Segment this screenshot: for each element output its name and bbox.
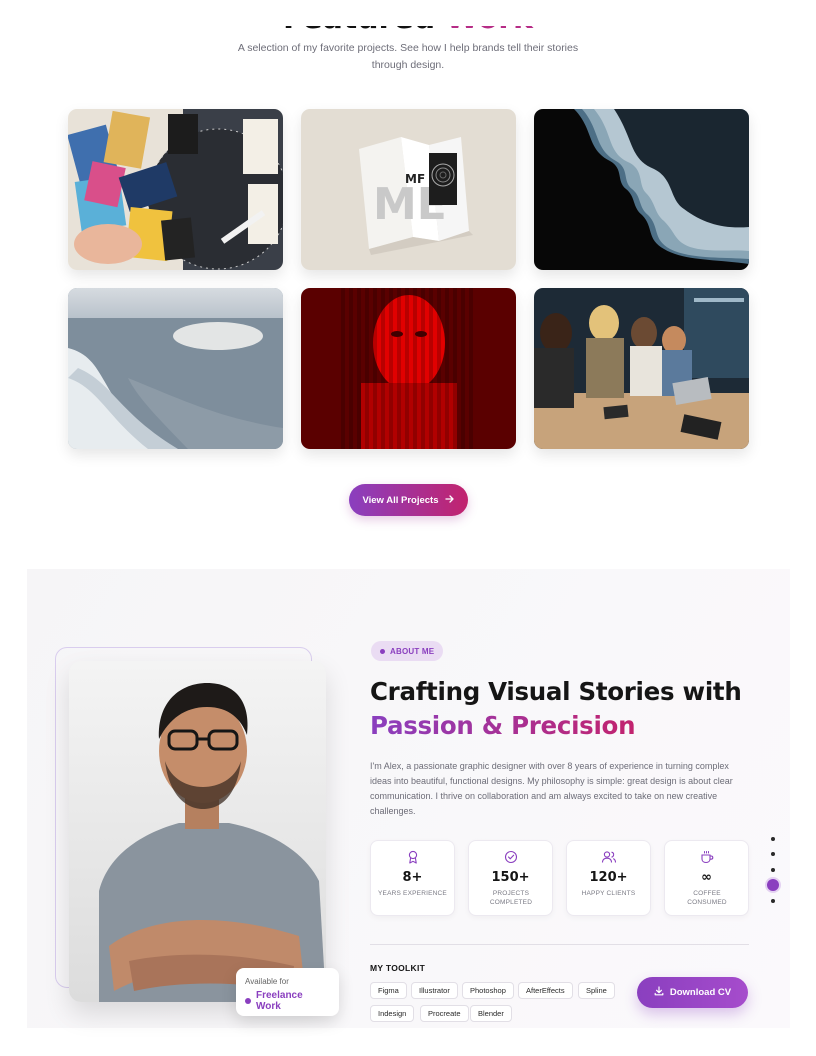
section-nav-dots: [767, 833, 779, 908]
toolkit-title: MY TOOLKIT: [370, 963, 426, 973]
red-glass-portrait-project[interactable]: [301, 288, 516, 449]
about-badge-label: ABOUT ME: [390, 646, 435, 656]
featured-subtitle: A selection of my favorite projects. See…: [237, 42, 579, 71]
view-all-projects-label: View All Projects: [362, 494, 439, 506]
stat-label: COFFEE CONSUMED: [687, 890, 727, 906]
tool-tag: Procreate: [420, 1005, 469, 1022]
about-section: Available for Freelance Work ABOUT ME Cr…: [27, 569, 790, 1028]
about-title-line2: Passion & Precision: [370, 709, 636, 743]
stat-label: PROJECTS COMPLETED: [489, 890, 533, 906]
download-cv-button[interactable]: Download CV: [637, 977, 748, 1008]
stat-label: YEARS EXPERIENCE: [378, 890, 447, 897]
check-circle-icon: [469, 850, 552, 864]
stat-label: HAPPY CLIENTS: [581, 890, 636, 897]
ocean-wake-image: [68, 288, 283, 449]
particle-face-image: [534, 109, 749, 270]
nav-dot-5[interactable]: [771, 899, 775, 903]
availability-card: Available for Freelance Work: [236, 968, 339, 1016]
stat-projects-completed: 150+ PROJECTS COMPLETED: [468, 840, 553, 916]
red-glass-portrait-image: [301, 288, 516, 449]
tool-tag: Blender: [470, 1005, 512, 1022]
svg-text:MF: MF: [405, 172, 425, 186]
nav-dot-2[interactable]: [771, 852, 775, 856]
stats-row: 8+ YEARS EXPERIENCE 150+ PROJECTS COMPLE…: [370, 840, 749, 916]
stat-value: ∞: [701, 870, 712, 885]
nav-dot-4-active[interactable]: [767, 879, 779, 891]
particle-face-project[interactable]: [534, 109, 749, 270]
badge-dot-icon: [380, 648, 385, 654]
download-cv-label: Download CV: [669, 987, 732, 998]
tool-tag: AfterEffects: [518, 982, 573, 999]
nav-dot-1[interactable]: [771, 837, 775, 841]
team-meeting-image: [534, 288, 749, 449]
project-grid: ME MF: [68, 109, 749, 449]
availability-label: Available for: [245, 977, 289, 986]
team-meeting-project[interactable]: [534, 288, 749, 449]
ocean-wake-project[interactable]: [68, 288, 283, 449]
stat-value: 120+: [589, 870, 628, 885]
tool-tag: Illustrator: [411, 982, 458, 999]
about-badge: ABOUT ME: [371, 641, 444, 661]
stat-value: 150+: [491, 870, 530, 885]
tool-tag: Spline: [578, 982, 615, 999]
availability-value: Freelance Work: [255, 990, 303, 1012]
view-all-projects-button[interactable]: View All Projects: [349, 484, 468, 516]
stat-years-experience: 8+ YEARS EXPERIENCE: [370, 840, 455, 916]
profile-photo-image: [69, 661, 326, 1002]
brochure-mockup-image: ME MF: [301, 109, 516, 270]
featured-work-section: Featured Work A selection of my favorite…: [0, 0, 816, 560]
about-title: Crafting Visual Stories with Passion & P…: [370, 675, 770, 743]
availability-status: Freelance Work: [245, 990, 330, 1012]
tool-tag: Figma: [370, 982, 407, 999]
stat-happy-clients: 120+ HAPPY CLIENTS: [566, 840, 651, 916]
photo-collage-image: [68, 109, 283, 270]
tool-tag: Photoshop: [462, 982, 514, 999]
stat-coffee-consumed: ∞ COFFEE CONSUMED: [664, 840, 749, 916]
arrow-right-icon: [444, 494, 455, 507]
about-title-line1: Crafting Visual Stories with: [370, 677, 742, 706]
availability-dot-icon: [245, 998, 251, 1004]
download-icon: [654, 986, 664, 999]
tool-tag: Indesign: [370, 1005, 415, 1022]
coffee-icon: [665, 850, 748, 864]
brochure-mockup-project[interactable]: ME MF: [301, 109, 516, 270]
photo-collage-project[interactable]: [68, 109, 283, 270]
nav-dot-3[interactable]: [771, 868, 775, 872]
profile-photo: [69, 661, 326, 1002]
users-icon: [567, 850, 650, 864]
stat-value: 8+: [402, 870, 423, 885]
about-paragraph: I'm Alex, a passionate graphic designer …: [370, 761, 733, 816]
toolkit-divider: [370, 944, 749, 945]
award-icon: [371, 850, 454, 864]
section-top-edge: [27, 0, 790, 26]
